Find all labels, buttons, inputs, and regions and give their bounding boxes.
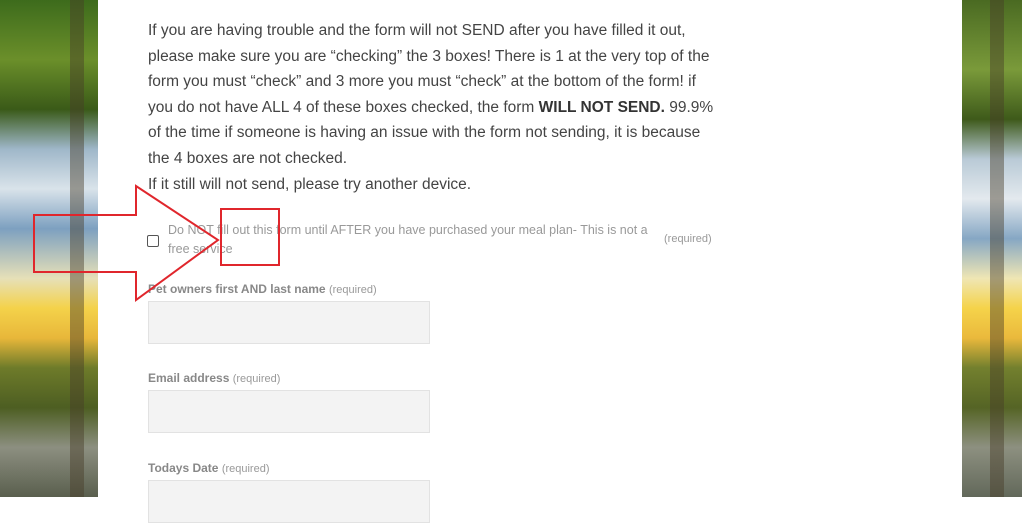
annotation-highlight-box [220, 208, 280, 266]
required-indicator: (required) [664, 233, 712, 245]
date-input[interactable] [148, 480, 430, 523]
required-indicator: (required) [221, 463, 270, 475]
email-input[interactable] [148, 390, 430, 433]
required-indicator: (required) [232, 373, 281, 385]
email-label: Email address (required) [148, 371, 280, 385]
field-label-text: Email address [148, 371, 230, 385]
tree-trunk-decor [990, 0, 1004, 497]
date-label: Todays Date (required) [148, 461, 270, 475]
field-label-text: Todays Date [148, 461, 219, 475]
background-scenery-right [962, 0, 1022, 497]
arrow-shape [33, 184, 220, 302]
instructions-bold: WILL NOT SEND. [538, 98, 665, 116]
required-indicator: (required) [328, 284, 377, 296]
